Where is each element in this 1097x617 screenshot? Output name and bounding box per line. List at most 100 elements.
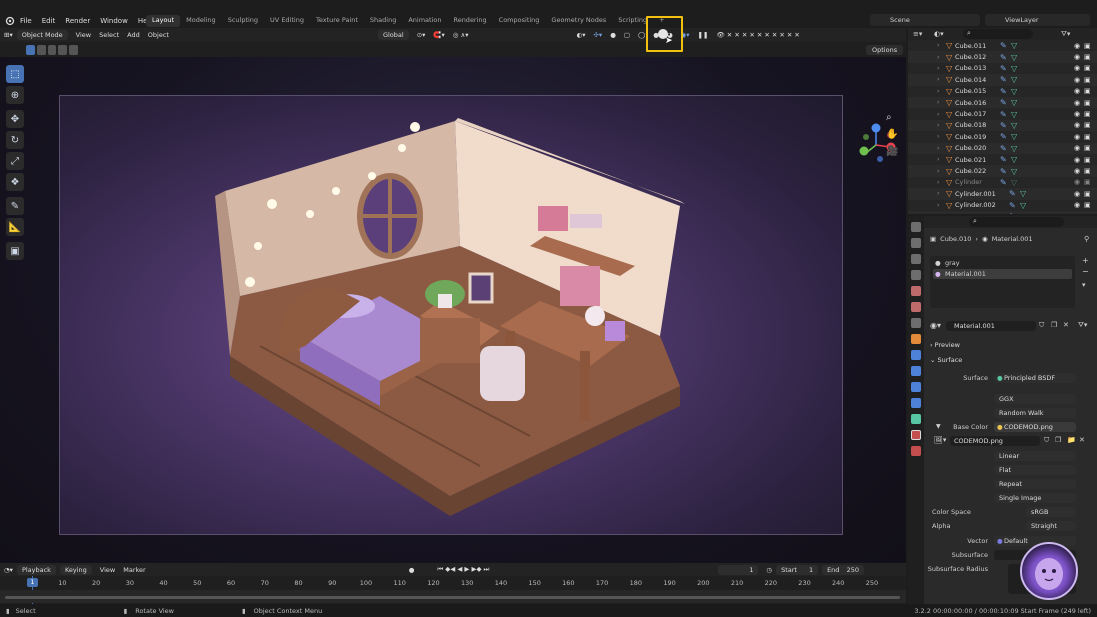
output-tab-icon[interactable] xyxy=(911,254,921,264)
outliner-row[interactable]: › ▽ Cube.014 ✎ ▽ ◉ ▣ xyxy=(908,74,1097,86)
scene-tab-icon[interactable] xyxy=(911,286,921,296)
outliner-row[interactable]: › ▽ Cube.016 ✎ ▽ ◉ ▣ xyxy=(908,97,1097,109)
navigation-gizmo[interactable] xyxy=(858,121,898,165)
render-camera-icon[interactable]: ▣ xyxy=(1084,178,1091,186)
menu-view[interactable]: View xyxy=(72,31,95,39)
surface-shader-field[interactable]: ● Principled BSDF xyxy=(994,373,1076,383)
outliner-row[interactable]: › ▽ Cube.012 ✎ ▽ ◉ ▣ xyxy=(908,51,1097,63)
visibility-eye-icon[interactable]: ◉ xyxy=(1074,121,1080,129)
start-frame-field[interactable]: Start 1 xyxy=(776,564,819,575)
material-slot-material-001[interactable]: ● Material.001 xyxy=(933,269,1072,279)
timeline-view-menu[interactable]: View xyxy=(96,566,119,574)
material-browse-icon[interactable]: ◉▾ xyxy=(930,321,941,330)
expand-arrow-icon[interactable]: › xyxy=(937,168,939,175)
render-camera-icon[interactable]: ▣ xyxy=(1084,99,1091,107)
collection-tab-icon[interactable] xyxy=(911,318,921,328)
material-tab-icon[interactable] xyxy=(911,430,921,440)
filter-icon[interactable]: ⛛▾ xyxy=(1061,30,1070,39)
options-dropdown[interactable]: Options xyxy=(866,45,904,55)
visibility-eye-icon[interactable]: ◉ xyxy=(1074,99,1080,107)
source-dropdown[interactable]: Single Image xyxy=(994,493,1076,503)
display-mode-icon[interactable]: ◐▾ xyxy=(934,30,944,38)
properties-search[interactable]: ⌕ xyxy=(969,217,1064,227)
outliner-row[interactable]: › ▽ Cylinder.002 ✎ ▽ ◉ ▣ xyxy=(908,199,1097,211)
pause-icon[interactable]: ❚❚ xyxy=(694,31,713,39)
object-tab-icon[interactable] xyxy=(911,334,921,344)
xray-icon[interactable]: ▢ xyxy=(620,31,634,39)
editor-type-icon[interactable]: ⊞▾ xyxy=(0,31,17,39)
move-icon[interactable]: ✥ xyxy=(6,110,24,128)
material-name-field[interactable]: Material.001 xyxy=(946,321,1036,331)
outliner-item-name[interactable]: Cube.011 xyxy=(955,42,986,50)
visibility-eye-icon[interactable]: ◉ xyxy=(1074,190,1080,198)
data-tab-icon[interactable] xyxy=(911,414,921,424)
outliner-item-name[interactable]: Cube.013 xyxy=(955,64,986,72)
select-box-icon[interactable]: ⬚ xyxy=(6,65,24,83)
expand-arrow-icon[interactable]: › xyxy=(937,111,939,118)
render-camera-icon[interactable]: ▣ xyxy=(1084,121,1091,129)
outliner-item-name[interactable]: Cube.017 xyxy=(955,110,986,118)
menu-object[interactable]: Object xyxy=(144,31,173,39)
tab-sculpting[interactable]: Sculpting xyxy=(222,15,264,27)
expand-arrow-icon[interactable]: › xyxy=(937,54,939,61)
select-invert-icon[interactable] xyxy=(58,45,68,55)
outliner-item-name[interactable]: Cube.014 xyxy=(955,76,986,84)
base-color-texture-field[interactable]: ● CODEMOD.png xyxy=(994,422,1076,432)
restrict-toggles-icon[interactable]: 👁 ✕ ✕ ✕ ✕ ✕ ✕ ✕ ✕ ✕ ✕ xyxy=(712,31,803,39)
scale-icon[interactable]: ⤢ xyxy=(6,152,24,170)
gizmo-icon[interactable]: ✣▾ xyxy=(589,31,606,39)
outliner-item-name[interactable]: Cylinder.003 xyxy=(955,213,996,214)
tool-tab-icon[interactable] xyxy=(911,222,921,232)
duplicate-icon[interactable]: ❐ xyxy=(1051,321,1057,329)
render-camera-icon[interactable]: ▣ xyxy=(1084,53,1091,61)
clock-icon[interactable]: ◷ xyxy=(762,566,776,574)
expand-arrow-icon[interactable]: › xyxy=(937,122,939,129)
material-slot-gray[interactable]: ● gray xyxy=(933,258,1072,268)
view-layer-selector[interactable]: ViewLayer xyxy=(985,14,1090,26)
menu-select[interactable]: Select xyxy=(95,31,123,39)
tab-texture-paint[interactable]: Texture Paint xyxy=(310,15,364,27)
interpolation-dropdown[interactable]: Linear xyxy=(994,451,1076,461)
end-frame-field[interactable]: End 250 xyxy=(822,564,865,575)
camera-view-icon[interactable]: 🎥 xyxy=(886,146,898,157)
view-layer-tab-icon[interactable] xyxy=(911,270,921,280)
visibility-eye-icon[interactable]: ◉ xyxy=(1074,64,1080,72)
image-name-field[interactable]: CODEMOD.png xyxy=(950,436,1040,446)
pivot-icon[interactable]: ⊙▾ xyxy=(413,31,430,39)
subsurface-method-dropdown[interactable]: Random Walk xyxy=(994,408,1076,418)
world-tab-icon[interactable] xyxy=(911,302,921,312)
zoom-icon[interactable]: ⌕ xyxy=(886,112,892,123)
visibility-eye-icon[interactable]: ◉ xyxy=(1074,42,1080,50)
snap-icon[interactable]: 🧲▾ xyxy=(429,31,448,39)
preview-panel-header[interactable]: › Preview xyxy=(930,341,960,349)
visibility-eye-icon[interactable]: ◉ xyxy=(1074,76,1080,84)
select-subtract-icon[interactable] xyxy=(47,45,57,55)
expand-arrow-icon[interactable]: › xyxy=(937,76,939,83)
outliner-row[interactable]: › ▽ Cube.018 ✎ ▽ ◉ ▣ xyxy=(908,119,1097,132)
render-camera-icon[interactable]: ▣ xyxy=(1084,144,1091,152)
outliner-item-name[interactable]: Cube.012 xyxy=(955,53,986,61)
image-unlink-icon[interactable]: ✕ xyxy=(1079,436,1085,444)
outliner-row[interactable]: › ▽ Cube.021 ✎ ▽ ◉ ▣ xyxy=(908,154,1097,166)
scrollbar-thumb[interactable] xyxy=(5,596,900,599)
menu-add[interactable]: Add xyxy=(123,31,144,39)
outliner-item-name[interactable]: Cube.022 xyxy=(955,167,986,175)
tab-compositing[interactable]: Compositing xyxy=(493,15,546,27)
current-frame-field[interactable]: 1 xyxy=(718,564,759,575)
tab-geometry-nodes[interactable]: Geometry Nodes xyxy=(545,15,612,27)
slot-menu-icon[interactable]: ▾ xyxy=(1082,281,1086,289)
outliner-row[interactable]: › ▽ Cube.015 ✎ ▽ ◉ ▣ xyxy=(908,85,1097,97)
outliner-item-name[interactable]: Cylinder xyxy=(955,178,982,186)
select-intersect-icon[interactable] xyxy=(69,45,78,55)
rotate-icon[interactable]: ↻ xyxy=(6,131,24,149)
render-camera-icon[interactable]: ▣ xyxy=(1084,201,1091,209)
pin-icon[interactable]: ⚲ xyxy=(1084,235,1089,243)
select-new-icon[interactable] xyxy=(26,45,35,55)
outliner-item-name[interactable]: Cube.019 xyxy=(955,133,986,141)
visibility-icon[interactable]: ◐▾ xyxy=(573,31,590,39)
expand-arrow-icon[interactable]: › xyxy=(937,213,939,214)
visibility-eye-icon[interactable]: ◉ xyxy=(1074,53,1080,61)
surface-panel-header[interactable]: ⌄ Surface xyxy=(930,356,962,364)
3d-viewport[interactable]: ⬚ ⊕ ✥ ↻ ⤢ ❖ ✎ 📐 ▣ ⌕ ✋ 🎥 xyxy=(0,57,906,563)
transform-orientation-dropdown[interactable]: Global xyxy=(377,30,409,40)
